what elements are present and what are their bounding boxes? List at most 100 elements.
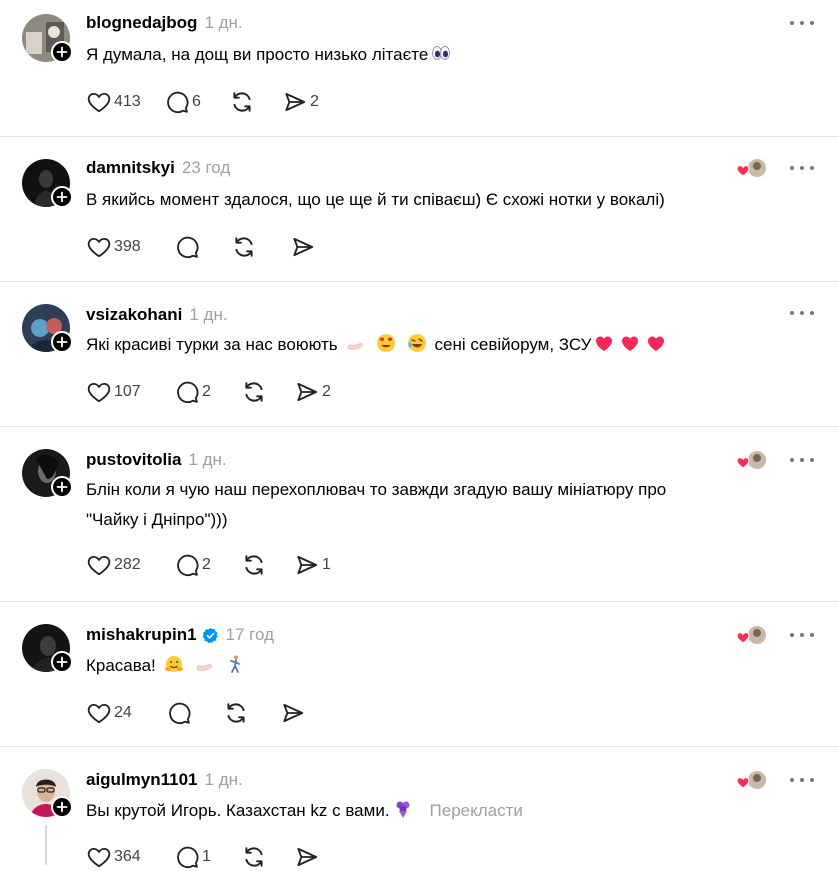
timestamp[interactable]: 23 год bbox=[182, 158, 230, 178]
heart-outline-icon bbox=[87, 92, 111, 113]
follow-plus-icon[interactable] bbox=[51, 331, 73, 353]
like-count: 24 bbox=[114, 704, 132, 721]
reply-post: pustovitolia 1 дн. Блін коли я чую наш п… bbox=[0, 427, 839, 602]
reply-button[interactable]: 2 bbox=[174, 551, 240, 579]
reply-post: blognedajbog 1 дн. Я думала, на дощ ви п… bbox=[0, 0, 839, 137]
username[interactable]: vsizakohani bbox=[86, 305, 182, 325]
reply-button[interactable] bbox=[174, 233, 230, 261]
like-button[interactable]: 282 bbox=[86, 551, 174, 579]
comment-bubble-icon bbox=[177, 381, 199, 404]
red-heart-emoji-icon bbox=[646, 333, 666, 353]
share-button[interactable] bbox=[280, 699, 320, 727]
like-button[interactable]: 364 bbox=[86, 843, 174, 871]
comment-bubble-icon bbox=[177, 554, 199, 577]
username[interactable]: damnitskyi bbox=[86, 158, 175, 178]
reply-button[interactable]: 2 bbox=[174, 378, 240, 406]
share-button[interactable]: 2 bbox=[282, 88, 342, 116]
post-text: Вы крутой Игорь. Казахстан kz с вами. Пер… bbox=[86, 799, 523, 820]
eyes-emoji-icon bbox=[431, 43, 451, 63]
reply-button[interactable]: 1 bbox=[174, 843, 240, 871]
like-count: 413 bbox=[114, 93, 141, 110]
avatar[interactable] bbox=[22, 159, 73, 208]
post-actions: 413 6 2 bbox=[86, 88, 342, 116]
follow-plus-icon[interactable] bbox=[51, 651, 73, 673]
repost-arrows-icon bbox=[235, 237, 253, 257]
timestamp[interactable]: 1 дн. bbox=[205, 770, 243, 790]
more-options-icon[interactable] bbox=[789, 455, 815, 465]
like-count: 282 bbox=[114, 556, 141, 573]
more-options-icon[interactable] bbox=[789, 163, 815, 173]
reply-count: 2 bbox=[202, 383, 211, 400]
repost-button[interactable] bbox=[230, 233, 290, 261]
follow-plus-icon[interactable] bbox=[51, 41, 73, 63]
more-options-icon[interactable] bbox=[789, 308, 815, 318]
reply-button[interactable] bbox=[166, 699, 222, 727]
follow-plus-icon[interactable] bbox=[51, 476, 73, 498]
share-button[interactable]: 1 bbox=[294, 551, 354, 579]
share-button[interactable] bbox=[294, 843, 334, 871]
comment-bubble-icon bbox=[167, 91, 189, 114]
reply-post: aigulmyn1101 1 дн. Вы крутой Игорь. Каза… bbox=[0, 747, 839, 869]
share-count: 1 bbox=[322, 556, 331, 573]
reply-post: vsizakohani 1 дн. Які красиві турки за н… bbox=[0, 282, 839, 427]
follow-plus-icon[interactable] bbox=[51, 186, 73, 208]
more-options-icon[interactable] bbox=[789, 775, 815, 785]
avatar[interactable] bbox=[22, 769, 73, 818]
verified-badge-icon bbox=[202, 627, 219, 644]
post-text: Я думала, на дощ ви просто низько літаєт… bbox=[86, 40, 806, 70]
timestamp[interactable]: 1 дн. bbox=[204, 13, 242, 33]
timestamp[interactable]: 17 год bbox=[226, 625, 274, 645]
repost-button[interactable] bbox=[240, 378, 294, 406]
hugging-face-emoji-icon bbox=[164, 654, 184, 674]
comment-bubble-icon bbox=[177, 236, 199, 259]
comment-bubble-icon bbox=[169, 702, 191, 725]
repost-button[interactable] bbox=[228, 88, 282, 116]
repost-arrows-icon bbox=[245, 555, 263, 575]
bouquet-emoji-icon bbox=[393, 799, 413, 819]
reply-button[interactable]: 6 bbox=[164, 88, 228, 116]
paper-plane-icon bbox=[297, 847, 318, 867]
like-count: 107 bbox=[114, 383, 141, 400]
liked-by-author-badge bbox=[735, 623, 769, 647]
repost-arrows-icon bbox=[233, 92, 251, 112]
avatar[interactable] bbox=[22, 14, 73, 63]
repost-button[interactable] bbox=[240, 843, 294, 871]
share-button[interactable]: 2 bbox=[294, 378, 354, 406]
post-actions: 24 bbox=[86, 699, 320, 727]
like-button[interactable]: 24 bbox=[86, 699, 166, 727]
post-text: Красава! bbox=[86, 651, 806, 681]
translate-link[interactable]: Перекласти bbox=[430, 801, 523, 820]
paper-plane-icon bbox=[293, 237, 314, 257]
heart-outline-icon bbox=[87, 847, 111, 868]
repost-button[interactable] bbox=[222, 699, 280, 727]
share-count: 2 bbox=[322, 383, 331, 400]
liked-by-author-badge bbox=[735, 768, 769, 792]
share-button[interactable] bbox=[290, 233, 330, 261]
repost-button[interactable] bbox=[240, 551, 294, 579]
repost-arrows-icon bbox=[227, 703, 245, 723]
post-actions: 364 1 bbox=[86, 843, 334, 871]
like-button[interactable]: 413 bbox=[86, 88, 164, 116]
username[interactable]: blognedajbog bbox=[86, 13, 197, 33]
avatar[interactable] bbox=[22, 624, 73, 673]
reply-post: damnitskyi 23 год В якийсь момент здалос… bbox=[0, 137, 839, 282]
heart-outline-icon bbox=[87, 555, 111, 576]
username[interactable]: pustovitolia bbox=[86, 450, 181, 470]
like-button[interactable]: 107 bbox=[86, 378, 174, 406]
follow-plus-icon[interactable] bbox=[51, 796, 73, 818]
like-count: 398 bbox=[114, 238, 141, 255]
reply-count: 6 bbox=[192, 93, 201, 110]
more-options-icon[interactable] bbox=[789, 630, 815, 640]
more-options-icon[interactable] bbox=[789, 18, 815, 28]
thread-line bbox=[45, 825, 47, 865]
username[interactable]: aigulmyn1101 bbox=[86, 770, 198, 790]
username[interactable]: mishakrupin1 bbox=[86, 625, 197, 645]
avatar[interactable] bbox=[22, 304, 73, 353]
timestamp[interactable]: 1 дн. bbox=[189, 305, 227, 325]
like-button[interactable]: 398 bbox=[86, 233, 174, 261]
timestamp[interactable]: 1 дн. bbox=[188, 450, 226, 470]
post-actions: 398 bbox=[86, 233, 330, 261]
paper-plane-icon bbox=[297, 382, 318, 402]
avatar[interactable] bbox=[22, 449, 73, 498]
red-heart-emoji-icon bbox=[620, 333, 640, 353]
